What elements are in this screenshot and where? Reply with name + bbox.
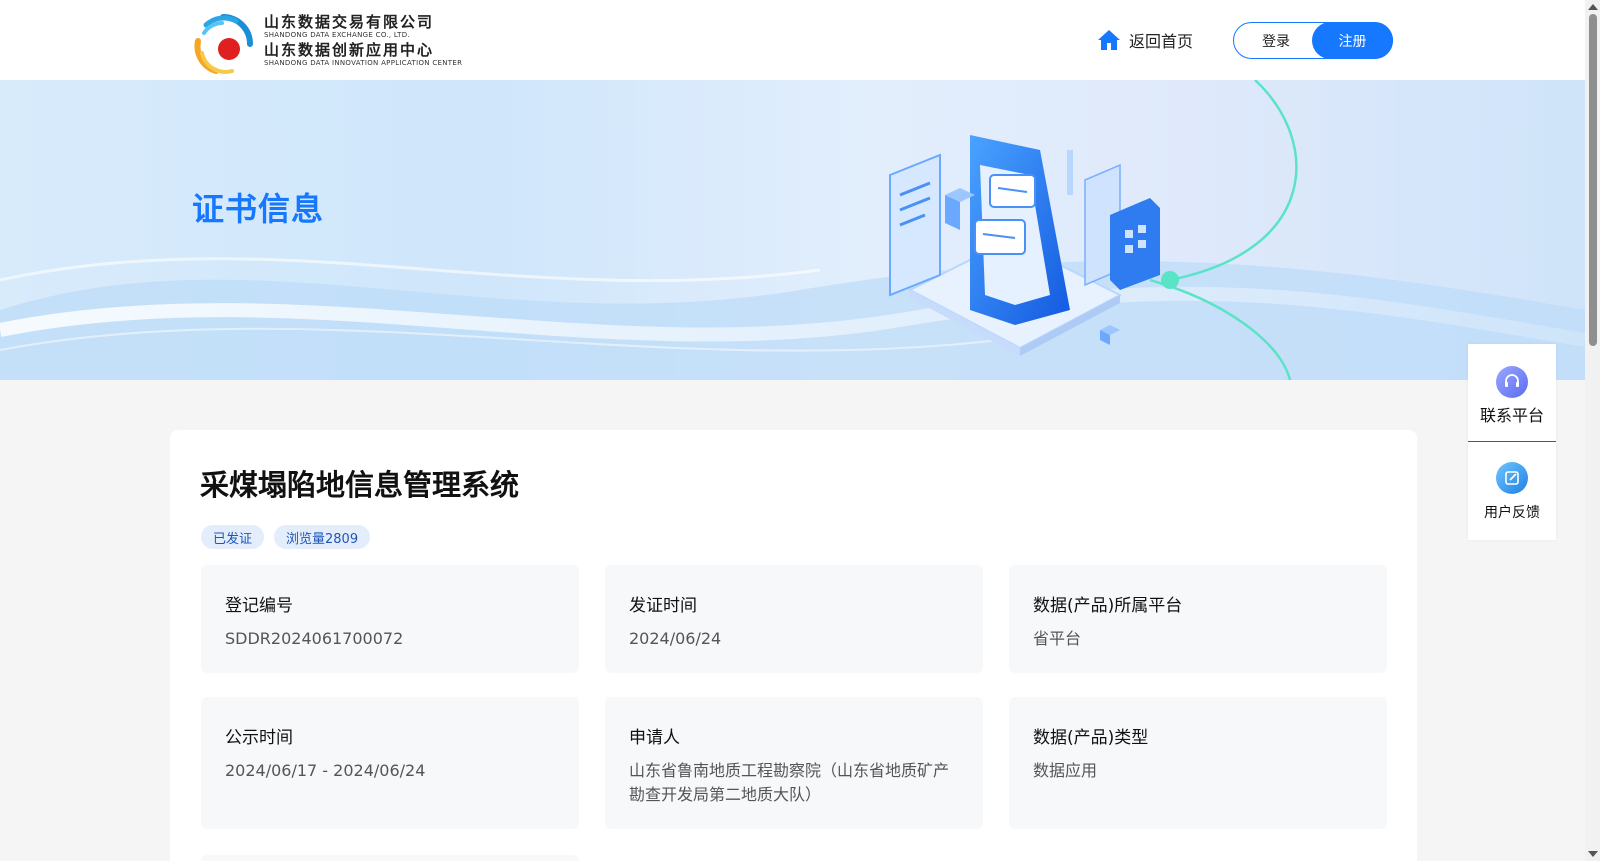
info-label: 登记编号 [225,596,293,616]
info-item-product-type: 数据(产品)类型 数据应用 [1009,697,1387,829]
side-panel-divider [1468,441,1556,442]
info-value: 山东省鲁南地质工程勘察院（山东省地质矿产勘查开发局第二地质大队） [629,761,950,804]
info-value: 2024/06/17 - 2024/06/24 [225,761,426,780]
top-header: 山东数据交易有限公司 SHANDONG DATA EXCHANGE CO., L… [0,0,1585,80]
user-feedback-button[interactable]: 用户反馈 [1468,462,1556,559]
info-item-partial [201,855,579,861]
logo-center-name: 山东数据创新应用中心 [264,41,435,59]
info-item-applicant: 申请人 山东省鲁南地质工程勘察院（山东省地质矿产勘查开发局第二地质大队） [605,697,983,829]
login-button[interactable]: 登录 [1234,23,1314,58]
home-icon [1098,30,1120,50]
info-item-registration-number: 登记编号 SDDR2024061700072 [201,565,579,673]
logo-mark-icon [194,14,253,74]
register-button[interactable]: 注册 [1312,22,1393,59]
info-item-issue-date: 发证时间 2024/06/24 [605,565,983,673]
logo-center-name-en: SHANDONG DATA INNOVATION APPLICATION CEN… [264,59,463,67]
contact-platform-button[interactable]: 联系平台 [1468,366,1556,463]
scroll-down-icon[interactable] [1588,851,1598,857]
headset-icon [1496,366,1528,398]
home-link[interactable]: 返回首页 [1097,26,1193,54]
info-label: 公示时间 [225,728,293,748]
certificate-card: 采煤塌陷地信息管理系统 已发证 浏览量2809 登记编号 SDDR2024061… [170,430,1417,861]
logo-company-name: 山东数据交易有限公司 [264,13,435,31]
floating-side-panel: 联系平台 用户反馈 [1468,344,1556,540]
info-value: 数据应用 [1033,761,1098,780]
info-value: 省平台 [1033,629,1082,648]
status-tags: 已发证 浏览量2809 [201,525,371,549]
status-badge: 已发证 [201,525,265,549]
info-label: 数据(产品)所属平台 [1033,596,1183,616]
contact-platform-label: 联系平台 [1479,406,1544,425]
scroll-thumb[interactable] [1589,14,1597,346]
scroll-up-icon[interactable] [1588,4,1598,10]
page-scrollbar[interactable] [1585,0,1600,861]
banner-illustration [0,80,1585,380]
view-count-badge: 浏览量2809 [274,525,371,549]
auth-button-group: 登录 注册 [1233,22,1393,59]
logo-text: 山东数据交易有限公司 SHANDONG DATA EXCHANGE CO., L… [264,13,463,71]
home-link-label: 返回首页 [1129,32,1194,51]
hero-banner: 证书信息 [0,80,1585,380]
info-item-publicity-period: 公示时间 2024/06/17 - 2024/06/24 [201,697,579,829]
info-item-platform: 数据(产品)所属平台 省平台 [1009,565,1387,673]
product-title: 采煤塌陷地信息管理系统 [200,468,520,502]
info-value: SDDR2024061700072 [225,629,404,648]
info-value: 2024/06/24 [629,629,722,648]
edit-icon [1496,462,1528,494]
info-label: 申请人 [629,728,680,748]
info-label: 数据(产品)类型 [1033,728,1149,748]
user-feedback-label: 用户反馈 [1484,505,1540,521]
company-logo[interactable]: 山东数据交易有限公司 SHANDONG DATA EXCHANGE CO., L… [192,13,463,75]
info-label: 发证时间 [629,596,697,616]
page-title: 证书信息 [192,190,325,228]
